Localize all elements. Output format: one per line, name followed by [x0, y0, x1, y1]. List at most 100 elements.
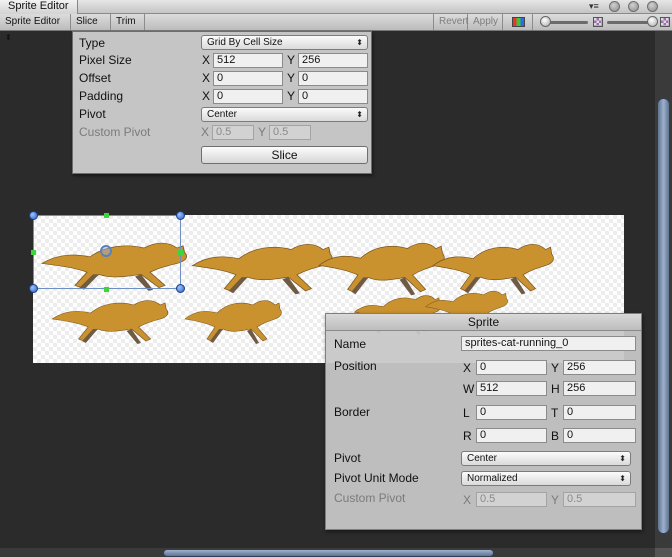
position-x-label: X — [463, 361, 472, 375]
border-b-field[interactable]: 0 — [563, 428, 636, 443]
cat-frame-4 — [432, 243, 555, 295]
custom-pivot-label: Custom Pivot — [79, 125, 151, 139]
offset-x-field[interactable]: 0 — [213, 71, 283, 86]
cat-frame-3 — [318, 242, 445, 297]
sprite-panel-header: Sprite — [326, 314, 641, 331]
pixel-size-y-field[interactable]: 256 — [298, 53, 368, 68]
pixel-size-x-field[interactable]: 512 — [213, 53, 283, 68]
resize-handle[interactable] — [176, 211, 185, 220]
padding-label: Padding — [79, 89, 124, 103]
mip-level-icon — [660, 17, 670, 27]
position-label: Position — [334, 359, 377, 373]
edge-handle[interactable] — [31, 250, 36, 255]
padding-y-field[interactable]: 0 — [298, 89, 368, 104]
offset-y-label: Y — [287, 71, 296, 85]
custom-pivot-x-label: X — [463, 493, 472, 507]
border-b-label: B — [551, 429, 560, 443]
position-w-label: W — [463, 382, 475, 396]
toolbar: Sprite Editor ⬍ Slice ⬍ Trim Revert Appl… — [0, 14, 672, 42]
offset-x-label: X — [202, 71, 211, 85]
type-value: Grid By Cell Size — [207, 37, 283, 48]
pixel-size-x-label: X — [202, 53, 211, 67]
pivot-unit-mode-value: Normalized — [467, 473, 518, 484]
cat-frame-2 — [191, 243, 333, 296]
sprite-inspector: Sprite Name sprites-cat-running_0 Positi… — [325, 313, 642, 530]
dropdown-arrow-icon: ⬍ — [356, 38, 363, 47]
pivot-dropdown[interactable]: Center ⬍ — [201, 107, 368, 122]
slice-menu-button[interactable]: Slice ⬍ — [71, 14, 111, 42]
pivot-value: Center — [467, 453, 498, 464]
cat-frame-6 — [184, 300, 282, 345]
dropdown-arrow-icon: ⬍ — [619, 474, 626, 483]
edge-handle[interactable] — [104, 213, 109, 218]
custom-pivot-label: Custom Pivot — [334, 491, 406, 505]
mip-level-icon — [593, 17, 603, 27]
mode-dropdown[interactable]: Sprite Editor ⬍ — [0, 14, 71, 42]
pivot-unit-mode-label: Pivot Unit Mode — [334, 471, 419, 485]
dropdown-arrow-icon: ⬍ — [356, 110, 363, 119]
border-r-field[interactable]: 0 — [476, 428, 547, 443]
custom-pivot-x-label: X — [201, 125, 210, 139]
custom-pivot-y-field: 0.5 — [563, 492, 636, 507]
name-field[interactable]: sprites-cat-running_0 — [461, 336, 636, 351]
edge-handle[interactable] — [104, 287, 109, 292]
apply-button[interactable]: Apply — [468, 14, 503, 30]
pivot-dropdown[interactable]: Center ⬍ — [461, 451, 631, 466]
border-t-field[interactable]: 0 — [563, 405, 636, 420]
revert-button[interactable]: Revert — [433, 14, 468, 30]
position-h-label: H — [551, 382, 560, 396]
resize-handle[interactable] — [29, 284, 38, 293]
custom-pivot-x-field: 0.5 — [476, 492, 547, 507]
pivot-label: Pivot — [334, 451, 361, 465]
trim-button[interactable]: Trim — [111, 14, 145, 30]
padding-y-label: Y — [287, 89, 296, 103]
edge-handle[interactable] — [178, 250, 183, 255]
position-y-field[interactable]: 256 — [563, 360, 636, 375]
vertical-scroll-thumb[interactable] — [657, 98, 670, 534]
slice-popup: Type Grid By Cell Size ⬍ Pixel Size X 51… — [72, 31, 372, 174]
slice-button[interactable]: Slice — [201, 146, 368, 164]
scroll-corner — [655, 548, 672, 557]
border-r-label: R — [463, 429, 472, 443]
offset-y-field[interactable]: 0 — [298, 71, 368, 86]
custom-pivot-y-label: Y — [551, 493, 560, 507]
window-button-icon[interactable] — [628, 1, 639, 12]
custom-pivot-y-label: Y — [258, 125, 267, 139]
toolbar-divider — [532, 14, 533, 30]
custom-pivot-y-field: 0.5 — [269, 125, 311, 140]
horizontal-scroll-thumb[interactable] — [163, 549, 494, 557]
pivot-label: Pivot — [79, 107, 106, 121]
cat-frame-5 — [51, 299, 169, 345]
type-label: Type — [79, 36, 106, 50]
window-title-tab[interactable]: Sprite Editor — [0, 0, 78, 14]
border-l-field[interactable]: 0 — [476, 405, 547, 420]
pivot-unit-mode-dropdown[interactable]: Normalized ⬍ — [461, 471, 631, 486]
position-h-field[interactable]: 256 — [563, 381, 636, 396]
slice-label: Slice — [76, 16, 98, 27]
zoom-slider-icon[interactable] — [540, 16, 551, 27]
pixel-size-label: Pixel Size — [79, 53, 132, 67]
position-w-field[interactable]: 512 — [476, 381, 547, 396]
border-t-label: T — [551, 406, 559, 420]
border-label: Border — [334, 405, 371, 419]
window-button-icon[interactable] — [647, 1, 658, 12]
mode-label: Sprite Editor — [5, 16, 61, 27]
name-label: Name — [334, 337, 367, 351]
offset-label: Offset — [79, 71, 111, 85]
resize-handle[interactable] — [176, 284, 185, 293]
padding-x-field[interactable]: 0 — [213, 89, 283, 104]
custom-pivot-x-field: 0.5 — [212, 125, 254, 140]
pivot-handle[interactable] — [100, 245, 112, 257]
position-y-label: Y — [551, 361, 560, 375]
padding-x-label: X — [202, 89, 211, 103]
rgb-channel-icon[interactable] — [512, 17, 525, 27]
menu-icon[interactable]: ▾≡ — [589, 0, 599, 13]
mip-slider-knob[interactable] — [647, 16, 658, 27]
resize-handle[interactable] — [29, 211, 38, 220]
pixel-size-y-label: Y — [287, 53, 296, 67]
pivot-value: Center — [207, 109, 238, 120]
position-x-field[interactable]: 0 — [476, 360, 547, 375]
window-button-icon[interactable] — [609, 1, 620, 12]
type-dropdown[interactable]: Grid By Cell Size ⬍ — [201, 35, 368, 50]
dropdown-arrow-icon: ⬍ — [619, 454, 626, 463]
